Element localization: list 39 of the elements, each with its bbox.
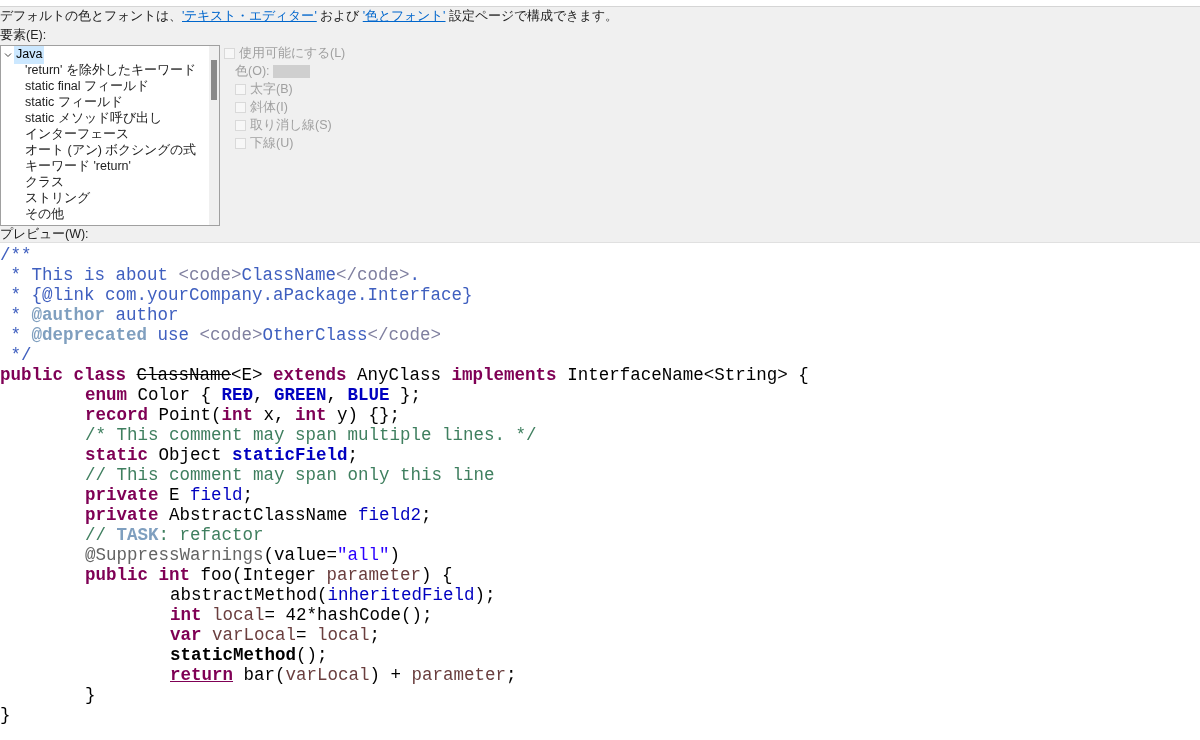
- code-line: enum Color { REĐ, GREEN, BLUE };: [85, 385, 422, 405]
- scrollbar-thumb[interactable]: [211, 59, 217, 100]
- colors-fonts-link[interactable]: '色とフォント': [362, 9, 446, 23]
- code-line: var varLocal= local;: [170, 625, 381, 645]
- code-line: public int foo(Integer parameter) {: [85, 565, 453, 585]
- checkbox-label: 斜体(I): [250, 99, 288, 117]
- text-editor-link[interactable]: 'テキスト・エディター': [182, 9, 317, 23]
- code-line: private AbstractClassName field2;: [85, 505, 432, 525]
- code-line: * {@link com.yourCompany.aPackage.Interface}: [9, 285, 473, 305]
- checkbox-label: 取り消し線(S): [250, 117, 332, 135]
- code-line: * @author author: [9, 305, 179, 325]
- code-line: /* This comment may span multiple lines. */: [85, 425, 537, 445]
- tree-item[interactable]: その他: [25, 205, 64, 225]
- code-line: abstractMethod(inheritedField);: [170, 585, 496, 605]
- code-line: @SuppressWarnings(value="all"): [85, 545, 401, 565]
- code-line: record Point(int x, int y) {};: [85, 405, 401, 425]
- code-line: return bar(varLocal) + parameter;: [170, 665, 517, 685]
- code-line: */: [9, 345, 32, 365]
- code-line: int local= 42*hashCode();: [170, 605, 433, 625]
- code-line: static Object staticField;: [85, 445, 359, 465]
- code-line: // TASK: refactor: [85, 525, 264, 545]
- chevron-down-icon[interactable]: [4, 50, 12, 59]
- tree-item[interactable]: Java: [14, 45, 45, 65]
- code-line: }: [0, 705, 11, 725]
- code-line: * @deprecated use <code>OtherClass</code>: [9, 325, 442, 345]
- color-label: 色(O):: [235, 63, 270, 81]
- checkbox-label: 下線(U): [250, 135, 294, 153]
- code-line: private E field;: [85, 485, 254, 505]
- code-line: /**: [0, 245, 32, 265]
- code-line: staticMethod();: [170, 645, 328, 665]
- elements-label: 要素(E):: [0, 26, 47, 44]
- intro-text: デフォルトの色とフォントは、'テキスト・エディター' および '色とフォント' 設定ページで構成できます。: [0, 8, 618, 25]
- preview-label: プレビュー(W):: [0, 226, 89, 244]
- code-line: }: [85, 685, 96, 705]
- code-line: // This comment may span only this line: [85, 465, 495, 485]
- code-line: * This is about <code>ClassName</code>.: [9, 265, 421, 285]
- code-line: public class ClassName<E> extends AnyClass implements InterfaceName<String> {: [0, 365, 809, 385]
- checkbox-label: 太字(B): [250, 81, 293, 99]
- checkbox-label: 使用可能にする(L): [239, 45, 346, 63]
